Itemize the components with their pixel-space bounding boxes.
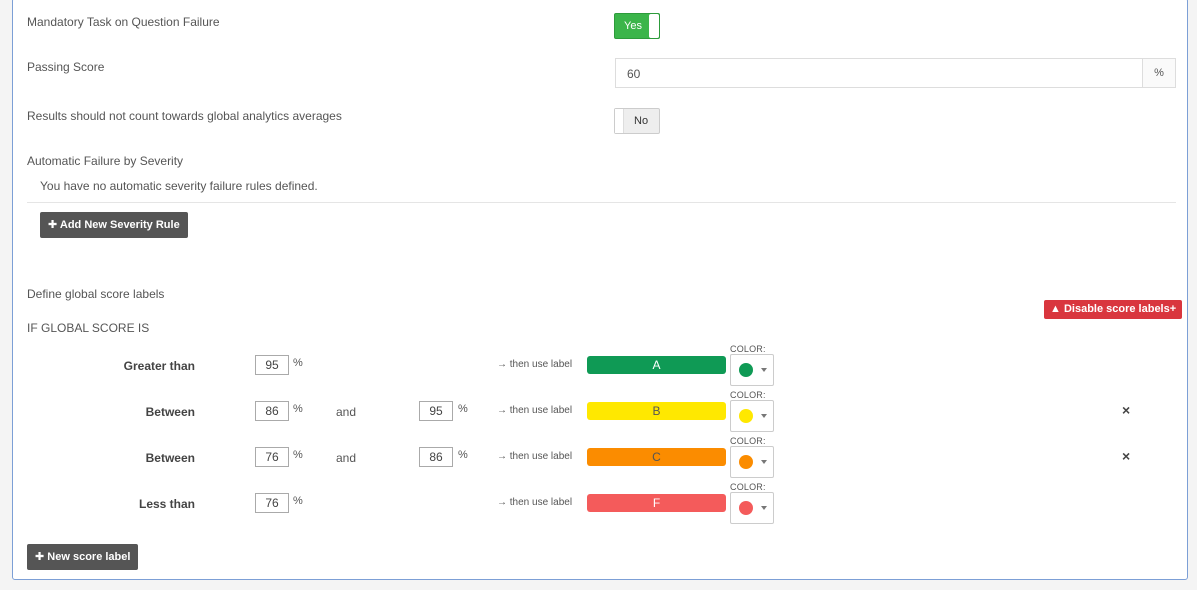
score-label-text: B (652, 404, 661, 418)
disable-score-labels-label: Disable score labels+ (1063, 303, 1177, 315)
then-text: then use label (509, 405, 573, 416)
exclude-analytics-label: Results should not count towards global … (27, 109, 342, 123)
row-condition: Less than (138, 497, 195, 511)
new-score-label-text: New score label (47, 551, 131, 563)
color-picker[interactable] (730, 492, 774, 524)
toggle-yes-text: Yes (624, 20, 642, 32)
then-text: then use label (509, 451, 573, 462)
color-swatch (739, 501, 753, 515)
add-severity-rule-label: Add New Severity Rule (59, 219, 180, 231)
warning-icon: ▲ (1050, 303, 1061, 315)
score-label-badge[interactable]: A (587, 356, 726, 374)
score-label-badge[interactable]: B (587, 402, 726, 420)
caret-down-icon (761, 368, 767, 372)
color-swatch (739, 409, 753, 423)
percent-sign: % (293, 495, 303, 507)
color-swatch (739, 455, 753, 469)
score-from-input[interactable]: 95 (255, 355, 289, 375)
remove-row-icon[interactable]: × (1122, 402, 1130, 418)
divider (27, 202, 1176, 203)
score-to-input[interactable]: 95 (419, 401, 453, 421)
score-labels-title: Define global score labels (27, 287, 165, 301)
color-label: COLOR: (730, 436, 766, 446)
percent-sign: % (293, 403, 303, 415)
passing-score-suffix: % (1142, 58, 1176, 88)
row-condition: Greater than (123, 359, 195, 373)
condition-heading: IF GLOBAL SCORE IS (27, 321, 150, 335)
row-condition: Between (145, 405, 195, 419)
caret-down-icon (761, 414, 767, 418)
toggle-no-text: No (634, 115, 649, 127)
color-picker[interactable] (730, 400, 774, 432)
score-from-input[interactable]: 86 (255, 401, 289, 421)
row-condition: Between (145, 451, 195, 465)
score-to-input[interactable]: 86 (419, 447, 453, 467)
then-use-label-text: → then use label (497, 497, 572, 508)
score-label-text: A (652, 358, 661, 372)
color-picker[interactable] (730, 354, 774, 386)
arrow-right-icon: → (497, 451, 507, 462)
color-swatch (739, 363, 753, 377)
toggle-knob (649, 14, 659, 38)
caret-down-icon (761, 506, 767, 510)
score-label-text: C (652, 450, 661, 464)
then-use-label-text: → then use label (497, 451, 572, 462)
passing-score-input[interactable]: 60 (615, 58, 1143, 88)
new-score-label-button[interactable]: ✚ New score label (27, 544, 139, 570)
score-from-input[interactable]: 76 (255, 447, 289, 467)
remove-row-icon[interactable]: × (1122, 448, 1130, 464)
then-use-label-text: → then use label (497, 359, 572, 370)
plus-icon: ✚ (35, 551, 45, 563)
arrow-right-icon: → (497, 405, 507, 416)
mandatory-task-label: Mandatory Task on Question Failure (27, 15, 220, 29)
passing-score-value: 60 (627, 67, 641, 81)
severity-empty-text: You have no automatic severity failure r… (40, 179, 318, 193)
arrow-right-icon: → (497, 359, 507, 370)
and-text: and (336, 405, 357, 419)
severity-label: Automatic Failure by Severity (27, 154, 184, 168)
mandatory-task-toggle[interactable]: Yes (614, 13, 660, 39)
percent-sign: % (293, 357, 303, 369)
add-severity-rule-button[interactable]: ✚ Add New Severity Rule (40, 212, 188, 238)
score-from-input[interactable]: 76 (255, 493, 289, 513)
and-text: and (336, 451, 357, 465)
arrow-right-icon: → (497, 497, 507, 508)
toggle-knob (615, 109, 624, 133)
color-label: COLOR: (730, 390, 766, 400)
passing-score-label: Passing Score (27, 60, 105, 74)
percent-sign: % (458, 449, 468, 461)
color-label: COLOR: (730, 344, 766, 354)
exclude-analytics-toggle[interactable]: No (614, 108, 660, 134)
then-text: then use label (509, 497, 573, 508)
color-picker[interactable] (730, 446, 774, 478)
score-label-badge[interactable]: C (587, 448, 726, 466)
percent-sign: % (293, 449, 303, 461)
plus-icon: ✚ (48, 219, 58, 231)
score-label-text: F (652, 496, 661, 510)
then-use-label-text: → then use label (497, 405, 572, 416)
disable-score-labels-button[interactable]: ▲ Disable score labels+ (1044, 300, 1183, 319)
caret-down-icon (761, 460, 767, 464)
color-label: COLOR: (730, 482, 766, 492)
percent-sign: % (458, 403, 468, 415)
then-text: then use label (509, 359, 573, 370)
score-label-badge[interactable]: F (587, 494, 726, 512)
